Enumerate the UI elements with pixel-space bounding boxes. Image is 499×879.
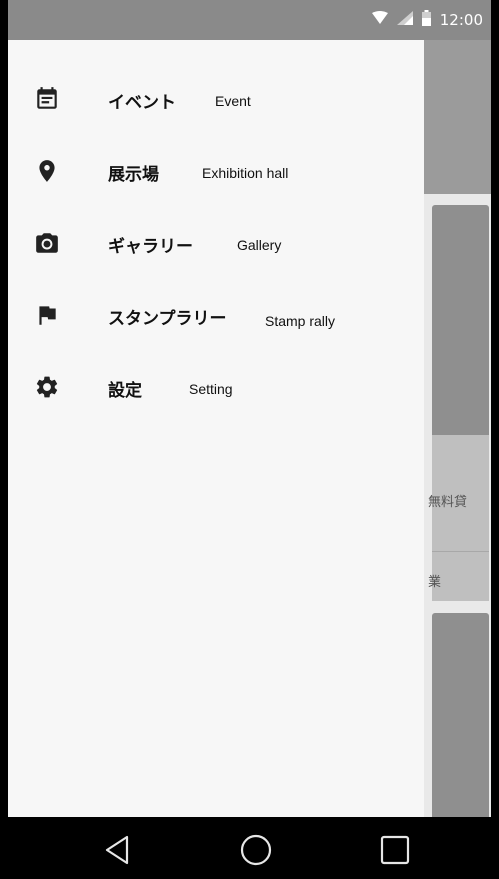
drawer-item-label-jp: イベント — [108, 93, 176, 113]
background-card-text: 無料貸 — [428, 495, 468, 510]
location-pin-icon — [34, 158, 60, 184]
battery-icon — [421, 10, 431, 30]
background-card: 無料貸 業 — [428, 205, 489, 601]
drawer-item-label-en: Exhibition hall — [202, 165, 289, 181]
event-note-icon — [34, 86, 60, 112]
settings-gear-icon — [34, 374, 60, 400]
phone-screen: 無料貸 業 12:00 イベント Event 展示場 Exhibition ha… — [8, 0, 491, 879]
home-icon[interactable] — [239, 833, 273, 867]
back-icon[interactable] — [100, 833, 134, 867]
drawer-item-label-en: Stamp rally — [265, 313, 336, 329]
drawer-item-label-jp: 設定 — [108, 381, 142, 401]
drawer-item-label-jp: 展示場 — [108, 165, 159, 185]
drawer-item-exhibition-hall[interactable]: 展示場 Exhibition hall — [8, 146, 424, 196]
background-card-text: 業 — [428, 575, 442, 590]
wifi-icon — [371, 11, 388, 29]
drawer-item-stamp-rally[interactable]: スタンプラリー Stamp rally — [8, 290, 424, 340]
camera-icon — [34, 230, 60, 256]
drawer-item-label-en: Gallery — [237, 237, 282, 253]
divider — [432, 551, 489, 552]
recents-icon[interactable] — [378, 833, 412, 867]
status-time: 12:00 — [439, 11, 483, 29]
system-navigation-bar — [8, 817, 491, 879]
drawer-item-label-jp: ギャラリー — [108, 237, 193, 257]
drawer-item-label-en: Setting — [189, 381, 233, 397]
background-card — [432, 613, 489, 823]
drawer-item-label-en: Event — [215, 93, 251, 109]
background-card-body: 無料貸 業 — [428, 435, 489, 601]
drawer-item-gallery[interactable]: ギャラリー Gallery — [8, 218, 424, 268]
navigation-drawer: イベント Event 展示場 Exhibition hall ギャラリー Gal… — [8, 40, 424, 817]
flag-icon — [34, 302, 60, 328]
drawer-item-setting[interactable]: 設定 Setting — [8, 362, 424, 412]
signal-icon — [396, 11, 413, 29]
drawer-item-event[interactable]: イベント Event — [8, 74, 424, 124]
drawer-item-label-jp: スタンプラリー — [108, 309, 227, 329]
status-bar: 12:00 — [8, 0, 491, 40]
